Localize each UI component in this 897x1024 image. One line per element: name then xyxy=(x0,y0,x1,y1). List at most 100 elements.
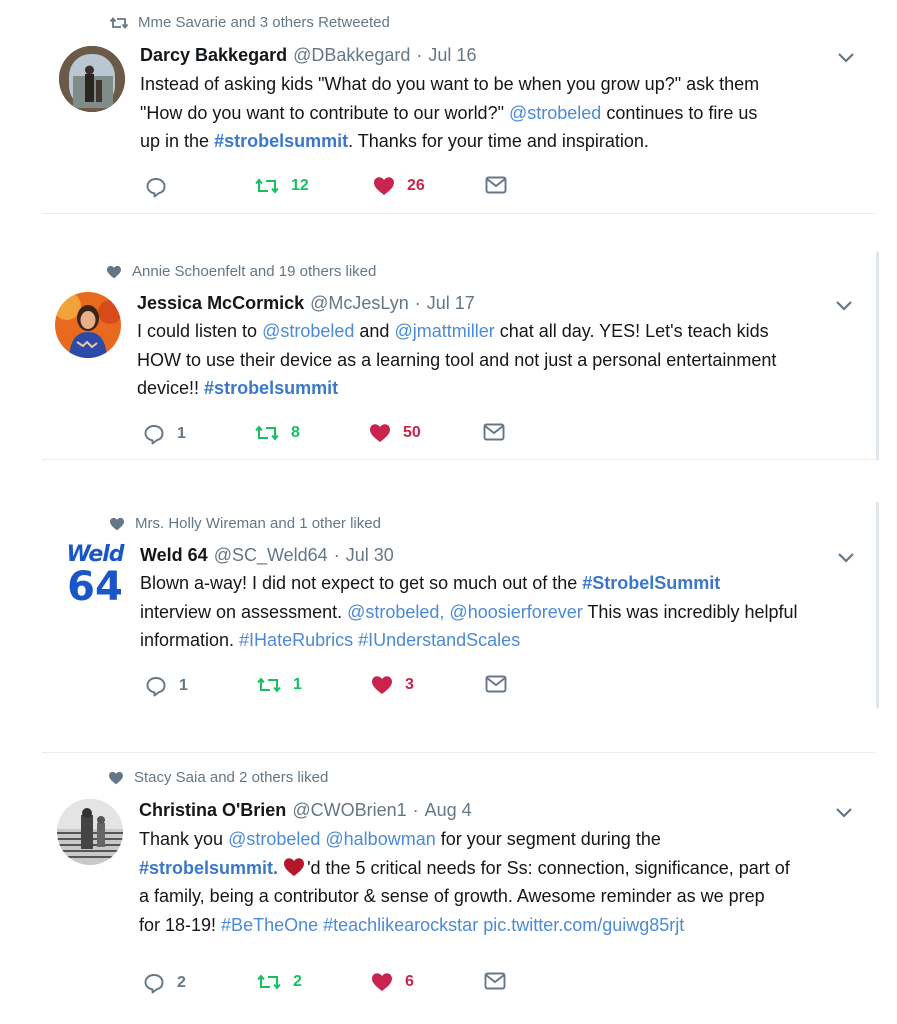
tweet-text: Blown a-way! I did not expect to get so … xyxy=(140,573,798,650)
retweet-icon xyxy=(257,974,281,990)
retweet-icon xyxy=(110,16,128,29)
like-button[interactable]: 3 xyxy=(371,675,414,695)
logo-text-bottom: 64 xyxy=(67,564,123,610)
like-button[interactable]: 26 xyxy=(373,176,425,196)
heart-icon xyxy=(372,973,392,991)
tweet-text: Thank you @strobeled @halbowman for your… xyxy=(139,829,790,935)
chevron-down-icon[interactable] xyxy=(834,806,854,820)
hashtag-link[interactable]: #strobelsummit xyxy=(214,131,348,151)
heart-icon xyxy=(109,771,123,784)
username[interactable]: @DBakkegard xyxy=(293,45,410,66)
context-link[interactable]: Annie Schoenfelt and 19 others liked xyxy=(132,263,376,280)
timestamp[interactable]: Jul 16 xyxy=(428,45,476,66)
like-button[interactable]: 50 xyxy=(369,423,421,443)
like-count: 26 xyxy=(407,177,425,194)
mention-link[interactable]: @strobeled xyxy=(509,103,601,123)
mention-link[interactable]: @strobeled @halbowman xyxy=(228,829,436,849)
tweet-header: Weld 64 @SC_Weld64 · Jul 30 xyxy=(140,545,394,566)
timestamp[interactable]: Jul 17 xyxy=(427,293,475,314)
like-button[interactable]: 6 xyxy=(371,972,414,992)
tweet-4[interactable]: Stacy Saia and 2 others liked Christina … xyxy=(0,757,897,1024)
username[interactable]: @SC_Weld64 xyxy=(214,545,328,566)
chevron-down-icon[interactable] xyxy=(834,299,854,313)
username[interactable]: @McJesLyn xyxy=(310,293,409,314)
tweet-actions: 1 8 50 xyxy=(143,423,523,447)
tweet-actions: 1 1 3 xyxy=(145,675,525,699)
social-context: Mrs. Holly Wireman and 1 other liked xyxy=(109,515,381,532)
separator-dot: · xyxy=(412,800,419,820)
reply-button[interactable]: 2 xyxy=(143,972,186,994)
mention-link[interactable]: @strobeled xyxy=(262,321,354,341)
hashtag-link[interactable]: #BeTheOne #teachlikearockstar pic.twitte… xyxy=(221,915,684,935)
hashtag-link[interactable]: #StrobelSummit xyxy=(582,573,720,593)
reply-count: 2 xyxy=(177,974,186,991)
hashtag-link[interactable]: #strobelsummit. xyxy=(139,858,278,878)
envelope-icon xyxy=(485,675,507,693)
display-name[interactable]: Jessica McCormick xyxy=(137,293,304,314)
dm-button[interactable] xyxy=(484,972,506,990)
reply-icon xyxy=(144,974,164,994)
retweet-count: 1 xyxy=(293,676,302,693)
separator-dot: · xyxy=(414,293,421,313)
avatar[interactable] xyxy=(59,46,125,112)
retweet-button[interactable]: 1 xyxy=(257,675,302,695)
reply-button[interactable] xyxy=(145,176,179,198)
username[interactable]: @CWOBrien1 xyxy=(292,800,406,821)
reply-count: 1 xyxy=(177,425,186,442)
retweet-button[interactable]: 8 xyxy=(255,423,300,443)
reply-icon xyxy=(146,178,166,198)
tweet-2[interactable]: Annie Schoenfelt and 19 others liked Jes… xyxy=(0,250,897,460)
retweet-button[interactable]: 12 xyxy=(255,176,309,196)
reply-icon xyxy=(144,425,164,445)
tweet-header: Darcy Bakkegard @DBakkegard · Jul 16 xyxy=(140,45,476,66)
avatar[interactable] xyxy=(57,799,123,865)
scrollbar[interactable] xyxy=(876,252,879,460)
retweet-button[interactable]: 2 xyxy=(257,972,302,992)
retweet-icon xyxy=(257,677,281,693)
tweet-header: Christina O'Brien @CWOBrien1 · Aug 4 xyxy=(139,800,472,821)
hashtag-link[interactable]: #IHateRubrics #IUnderstandScales xyxy=(239,630,520,650)
chevron-down-icon[interactable] xyxy=(836,551,856,565)
envelope-icon xyxy=(485,176,507,194)
display-name[interactable]: Darcy Bakkegard xyxy=(140,45,287,66)
dm-button[interactable] xyxy=(483,423,505,441)
timestamp[interactable]: Jul 30 xyxy=(346,545,394,566)
retweet-icon xyxy=(255,178,279,194)
tweet-header: Jessica McCormick @McJesLyn · Jul 17 xyxy=(137,293,475,314)
hashtag-link[interactable]: #strobelsummit xyxy=(204,378,338,398)
scrollbar[interactable] xyxy=(876,502,879,708)
like-count: 3 xyxy=(405,676,414,693)
like-count: 50 xyxy=(403,424,421,441)
chevron-down-icon[interactable] xyxy=(836,51,856,65)
reply-button[interactable]: 1 xyxy=(145,675,188,697)
weld64-logo[interactable]: Weld 64 xyxy=(60,544,130,614)
dm-button[interactable] xyxy=(485,176,507,194)
like-count: 6 xyxy=(405,973,414,990)
retweet-count: 12 xyxy=(291,177,309,194)
avatar[interactable] xyxy=(55,292,121,358)
display-name[interactable]: Christina O'Brien xyxy=(139,800,286,821)
retweet-count: 8 xyxy=(291,424,300,441)
context-link[interactable]: Stacy Saia and 2 others liked xyxy=(134,769,328,786)
logo-text-top: Weld xyxy=(66,542,124,567)
divider xyxy=(42,752,875,753)
reply-icon xyxy=(146,677,166,697)
tweet-3[interactable]: Mrs. Holly Wireman and 1 other liked Wel… xyxy=(0,502,897,712)
tweet-text: Instead of asking kids "What do you want… xyxy=(140,74,760,151)
heart-icon xyxy=(370,424,390,442)
display-name[interactable]: Weld 64 xyxy=(140,545,208,566)
retweet-icon xyxy=(255,425,279,441)
separator-dot: · xyxy=(333,545,340,565)
divider xyxy=(42,459,875,460)
heart-icon xyxy=(110,517,124,530)
mention-link[interactable]: @jmattmiller xyxy=(394,321,494,341)
timestamp[interactable]: Aug 4 xyxy=(425,800,472,821)
dm-button[interactable] xyxy=(485,675,507,693)
tweet-1[interactable]: Mme Savarie and 3 others Retweeted Darcy… xyxy=(0,0,897,215)
context-link[interactable]: Mme Savarie and 3 others Retweeted xyxy=(138,14,390,31)
context-link[interactable]: Mrs. Holly Wireman and 1 other liked xyxy=(135,515,381,532)
separator-dot: · xyxy=(416,45,423,65)
retweet-count: 2 xyxy=(293,973,302,990)
mention-link[interactable]: @strobeled, @hoosierforever xyxy=(347,602,583,622)
reply-button[interactable]: 1 xyxy=(143,423,186,445)
